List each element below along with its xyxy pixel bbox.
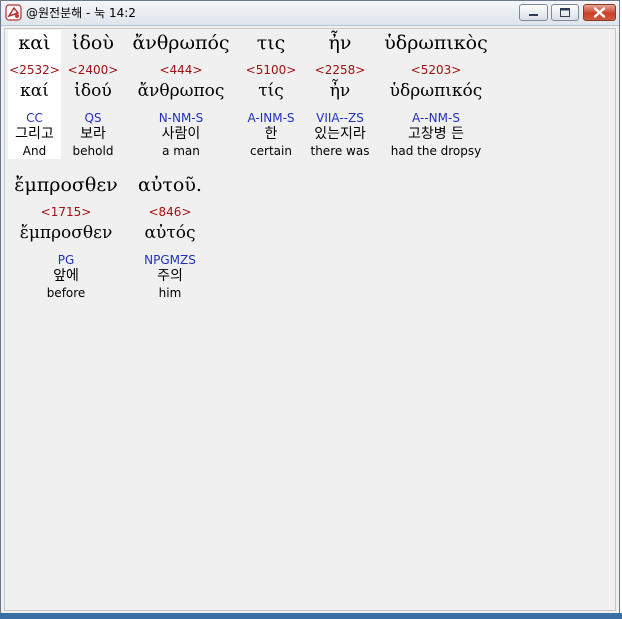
strong-number[interactable]: <5100>: [241, 63, 301, 77]
english-gloss: had the dropsy: [390, 144, 482, 158]
minimize-icon: [529, 14, 538, 16]
strong-number[interactable]: <444>: [126, 63, 236, 77]
maximize-button[interactable]: [551, 4, 579, 21]
greek-lemma: ὑδρωπικός: [389, 81, 483, 101]
strong-number[interactable]: <1715>: [8, 205, 124, 219]
app-logo-icon: [5, 4, 22, 21]
english-gloss: a man: [162, 144, 200, 158]
korean-gloss: 앞에: [53, 268, 79, 284]
korean-gloss: 고창병 든: [408, 126, 464, 142]
greek-surface-word: καὶ: [18, 32, 51, 54]
korean-gloss: 사람이: [161, 126, 201, 142]
korean-gloss: 한: [264, 126, 278, 142]
minimize-button[interactable]: [519, 4, 548, 21]
english-gloss: behold: [72, 144, 114, 158]
greek-surface-word: ὑδρωπικὸς: [384, 32, 488, 54]
korean-gloss: 있는지라: [314, 126, 366, 142]
word-block[interactable]: αὐτοῦ. <846> αὐτός NPGMZS 주의 him: [129, 172, 211, 301]
morphology-code: NPGMZS: [144, 253, 196, 267]
word-block[interactable]: ἄνθρωπός <444> ἄνθρωπος N-NM-S 사람이 a man: [126, 30, 236, 159]
english-gloss: And: [22, 144, 47, 158]
window-title: @원전분해 - 눅 14:2: [26, 6, 136, 20]
desktop-edge: [0, 613, 622, 619]
word-block[interactable]: ἦν <2258> ἦν VIIA--ZS 있는지라 there was: [306, 30, 374, 159]
english-gloss: there was: [310, 144, 370, 158]
title-bar[interactable]: @원전분해 - 눅 14:2: [1, 1, 619, 26]
strong-number[interactable]: <2400>: [66, 63, 120, 77]
greek-surface-word: ἔμπροσθεν: [14, 174, 118, 196]
maximize-icon: [560, 8, 570, 17]
strong-number[interactable]: <2258>: [306, 63, 374, 77]
morphology-code: QS: [84, 111, 102, 125]
english-gloss: him: [158, 286, 182, 300]
greek-lemma: ἦν: [329, 81, 351, 101]
greek-surface-word: αὐτοῦ.: [138, 174, 202, 196]
morphology-code: VIIA--ZS: [316, 111, 364, 125]
greek-surface-word: ἦν: [328, 32, 352, 54]
strong-number[interactable]: <846>: [129, 205, 211, 219]
morphology-code: A-INM-S: [247, 111, 295, 125]
greek-lemma: ἰδού: [74, 81, 112, 101]
korean-gloss: 그리고: [15, 126, 54, 142]
close-button[interactable]: [583, 4, 616, 21]
morphology-code: CC: [26, 111, 43, 125]
english-gloss: before: [46, 286, 86, 300]
word-block[interactable]: τις <5100> τίς A-INM-S 한 certain: [241, 30, 301, 159]
greek-lemma: αὐτός: [144, 223, 196, 243]
korean-gloss: 보라: [80, 126, 106, 142]
word-block[interactable]: καὶ <2532> καί CC 그리고 And: [8, 30, 61, 159]
word-block[interactable]: ἔμπροσθεν <1715> ἔμπροσθεν PG 앞에 before: [8, 172, 124, 301]
greek-surface-word: ἰδοὺ: [72, 32, 114, 54]
word-block[interactable]: ὑδρωπικὸς <5203> ὑδρωπικός A--NM-S 고창병 든…: [379, 30, 493, 159]
greek-lemma: ἄνθρωπος: [137, 81, 225, 101]
strong-number[interactable]: <2532>: [8, 63, 61, 77]
greek-lemma: καί: [20, 81, 49, 101]
morphology-code: PG: [57, 253, 75, 267]
word-block[interactable]: ἰδοὺ <2400> ἰδού QS 보라 behold: [66, 30, 120, 159]
morphology-code: A--NM-S: [412, 111, 460, 125]
app-window: @원전분해 - 눅 14:2 καὶ <2532> καί CC 그리고 And…: [0, 0, 620, 617]
english-gloss: certain: [250, 144, 292, 158]
greek-surface-word: τις: [256, 32, 286, 54]
korean-gloss: 주의: [157, 268, 183, 284]
greek-surface-word: ἄνθρωπός: [132, 32, 230, 54]
interlinear-panel: καὶ <2532> καί CC 그리고 And ἰδοὺ <2400> ἰδ…: [4, 28, 616, 611]
greek-lemma: ἔμπροσθεν: [19, 223, 113, 243]
close-icon: [593, 7, 606, 18]
strong-number[interactable]: <5203>: [379, 63, 493, 77]
morphology-code: N-NM-S: [158, 111, 204, 125]
greek-lemma: τίς: [258, 81, 284, 101]
